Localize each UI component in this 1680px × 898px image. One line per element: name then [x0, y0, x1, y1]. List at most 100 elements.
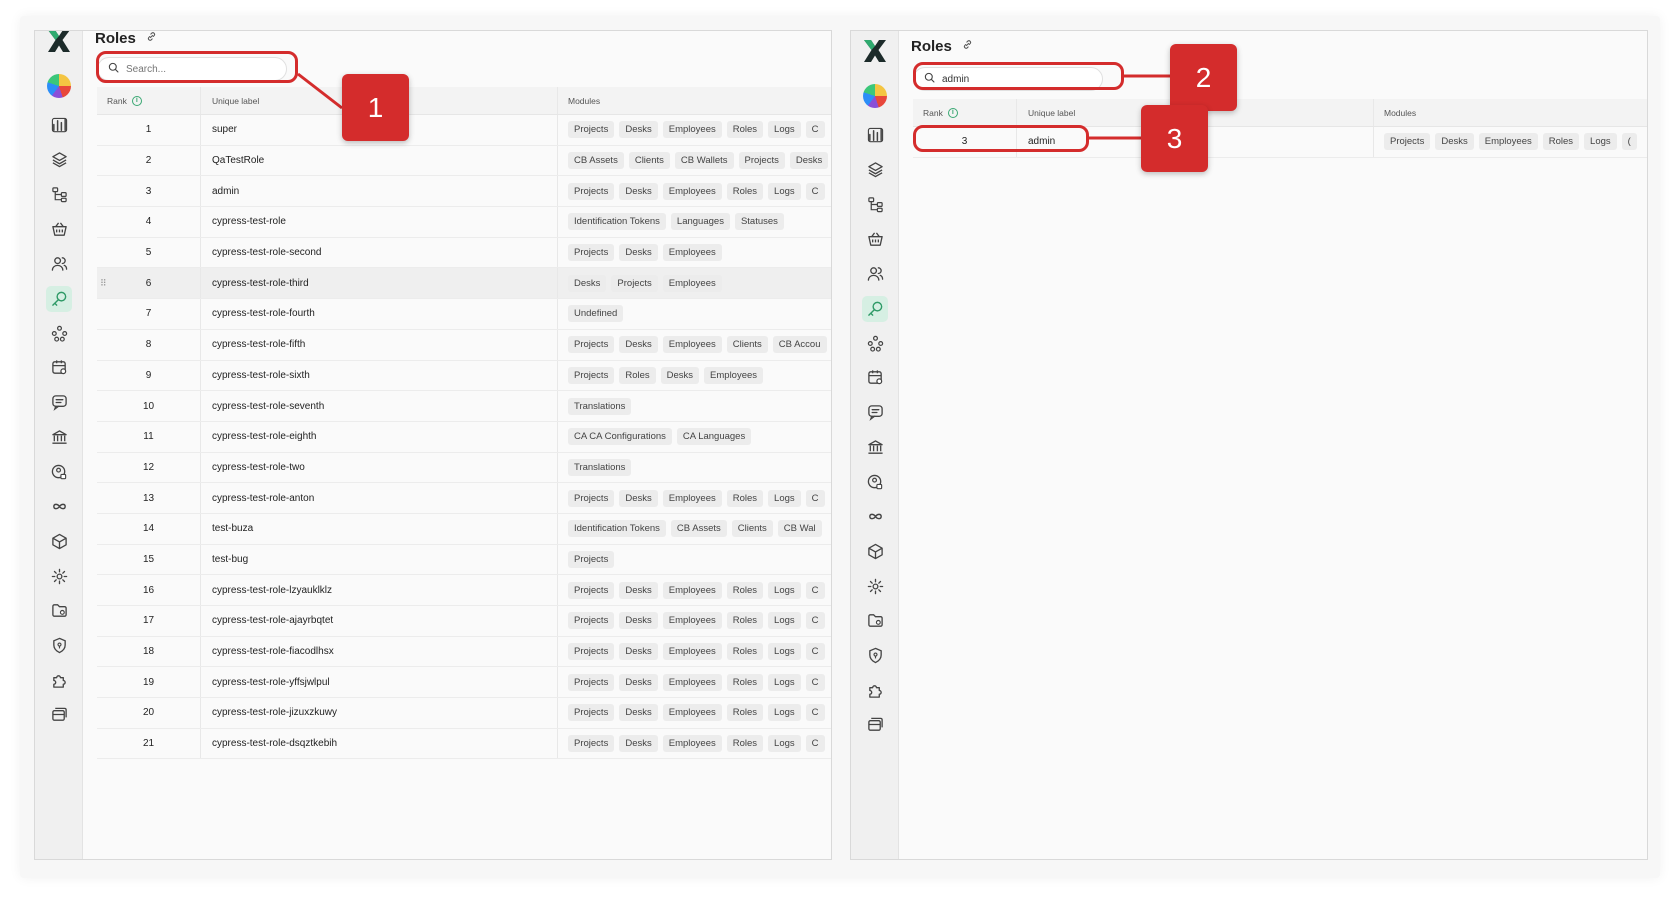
module-tag: Desks [619, 643, 658, 661]
bank-icon[interactable] [865, 437, 885, 457]
hierarchy-icon[interactable] [49, 184, 69, 204]
module-tag: Roles [726, 704, 764, 722]
infinity-icon[interactable] [865, 507, 885, 527]
basket-icon[interactable] [49, 219, 69, 239]
module-tag: Projects [568, 244, 615, 262]
table-row[interactable]: 14 test-buza Identification Tokens CB Asset… [97, 513, 831, 545]
sidebar [851, 31, 899, 859]
table-row[interactable]: 16 cypress-test-role-lzyauklklz Projects De… [97, 575, 831, 606]
table-row[interactable]: 3 admin Projects Desks Employees Roles Logs C [97, 176, 831, 208]
info-icon[interactable]: i [131, 95, 142, 106]
module-tag: Identification Tokens [568, 213, 666, 231]
module-tag: Projects [568, 550, 615, 568]
network-icon[interactable] [49, 323, 69, 343]
bar-chart-icon[interactable] [49, 115, 69, 135]
module-tag: Employees [662, 274, 722, 292]
drag-handle-icon[interactable]: ⠿ [100, 278, 107, 289]
key-icon[interactable] [46, 285, 72, 312]
module-tag: Logs [768, 182, 801, 200]
bank-icon[interactable] [49, 427, 69, 447]
rank-cell: 12 [97, 452, 201, 483]
basket-icon[interactable] [865, 229, 885, 249]
users-icon[interactable] [865, 264, 885, 284]
module-tag: CB Assets [568, 152, 624, 170]
shield-icon[interactable] [865, 646, 885, 666]
table-row[interactable]: 13 cypress-test-role-anton Projects Desks Em… [97, 483, 831, 514]
label-cell: cypress-test-role [201, 207, 558, 237]
module-tag: Logs [768, 489, 801, 507]
table-row[interactable]: 10 cypress-test-role-seventh Translations [97, 391, 831, 422]
layers-icon[interactable] [865, 160, 885, 180]
table-row[interactable]: 2 QaTestRole CB Assets Clients CB Wallets Pro… [97, 145, 831, 177]
table-row[interactable]: 21 cypress-test-role-dsqztkebih Projects De… [97, 728, 831, 760]
table-row[interactable]: ⠿ 6 cypress-test-role-third Desks Projects Em… [97, 268, 831, 300]
modules-cell: Projects Desks Employees Roles Logs C [558, 176, 831, 206]
calendar-settings-icon[interactable] [865, 368, 885, 388]
module-tag: Desks [619, 489, 658, 507]
module-tag: C [805, 673, 825, 691]
folder-icon[interactable] [865, 611, 885, 631]
table-row[interactable]: 5 cypress-test-role-second Projects Desks Em… [97, 237, 831, 269]
shield-icon[interactable] [49, 636, 69, 656]
module-tag: Roles [1542, 133, 1580, 151]
cube-icon[interactable] [49, 531, 69, 551]
logo-icon[interactable] [46, 31, 72, 53]
chat-icon[interactable] [49, 393, 69, 413]
rank-column-header[interactable]: Rank i [913, 99, 1017, 126]
info-icon[interactable]: i [947, 107, 958, 118]
table-row[interactable]: 1 super Projects Desks Employees Roles Logs C [97, 115, 831, 146]
rank-cell: 13 [97, 483, 201, 513]
link-icon[interactable] [962, 37, 973, 55]
table-row[interactable]: 9 cypress-test-role-sixth Projects Roles Des… [97, 360, 831, 392]
chat-icon[interactable] [865, 403, 885, 423]
gear-icon[interactable] [49, 566, 69, 586]
label-cell: cypress-test-role-yffsjwlpul [201, 667, 558, 698]
rank-cell: 9 [97, 360, 201, 391]
label-cell: test-bug [201, 544, 558, 575]
table-row[interactable]: 15 test-bug Projects [97, 544, 831, 576]
callout-badge: 2 [1170, 44, 1237, 111]
table-row[interactable]: 19 cypress-test-role-yffsjwlpul Projects De… [97, 667, 831, 699]
cube-icon[interactable] [865, 541, 885, 561]
module-tag: Employees [662, 182, 722, 200]
folder-icon[interactable] [49, 601, 69, 621]
table-row[interactable]: 18 cypress-test-role-fiacodlhsx Projects De… [97, 636, 831, 668]
left-roles-panel: Roles Rank i Unique label Modu [34, 30, 832, 860]
puzzle-icon[interactable] [49, 670, 69, 690]
module-tag: Translations [568, 458, 632, 476]
logo-icon[interactable] [862, 39, 888, 63]
modules-cell: Desks Projects Employees [558, 268, 831, 298]
table-row[interactable]: 7 cypress-test-role-fourth Undefined [97, 299, 831, 330]
modules-column-header[interactable]: Modules [558, 87, 831, 114]
puzzle-icon[interactable] [865, 680, 885, 700]
cards-icon[interactable] [49, 705, 69, 725]
gear-icon[interactable] [865, 576, 885, 596]
table-row[interactable]: 12 cypress-test-role-two Translations [97, 452, 831, 484]
table-row[interactable]: 20 cypress-test-role-jizuxzkuwy Projects De… [97, 698, 831, 729]
rank-column-header[interactable]: Rank i [97, 87, 201, 114]
table-row[interactable]: 11 cypress-test-role-eighth CA CA Configur… [97, 421, 831, 453]
module-tag: Roles [726, 581, 764, 599]
link-icon[interactable] [146, 31, 157, 47]
bar-chart-icon[interactable] [865, 125, 885, 145]
key-icon[interactable] [862, 295, 888, 322]
layers-icon[interactable] [49, 150, 69, 170]
table-row[interactable]: 8 cypress-test-role-fifth Projects Desks Emp… [97, 329, 831, 361]
table-body: 1 super Projects Desks Employees Roles Logs C 2 Q… [97, 115, 831, 760]
user-lock-icon[interactable] [49, 462, 69, 482]
network-icon[interactable] [865, 333, 885, 353]
cards-icon[interactable] [865, 715, 885, 735]
users-icon[interactable] [49, 254, 69, 274]
modules-cell: Identification Tokens CB Assets Clients CB … [558, 514, 831, 544]
module-tag: Projects [568, 673, 615, 691]
hierarchy-icon[interactable] [865, 194, 885, 214]
color-wheel-icon[interactable] [863, 84, 887, 108]
color-wheel-icon[interactable] [47, 74, 71, 98]
modules-column-header[interactable]: Modules [1374, 99, 1647, 126]
calendar-settings-icon[interactable] [49, 358, 69, 378]
user-lock-icon[interactable] [865, 472, 885, 492]
infinity-icon[interactable] [49, 497, 69, 517]
table-row[interactable]: 4 cypress-test-role Identification Tokens L… [97, 207, 831, 238]
highlight-search-box [96, 51, 298, 83]
table-row[interactable]: 17 cypress-test-role-ajayrbqtet Projects De… [97, 606, 831, 637]
